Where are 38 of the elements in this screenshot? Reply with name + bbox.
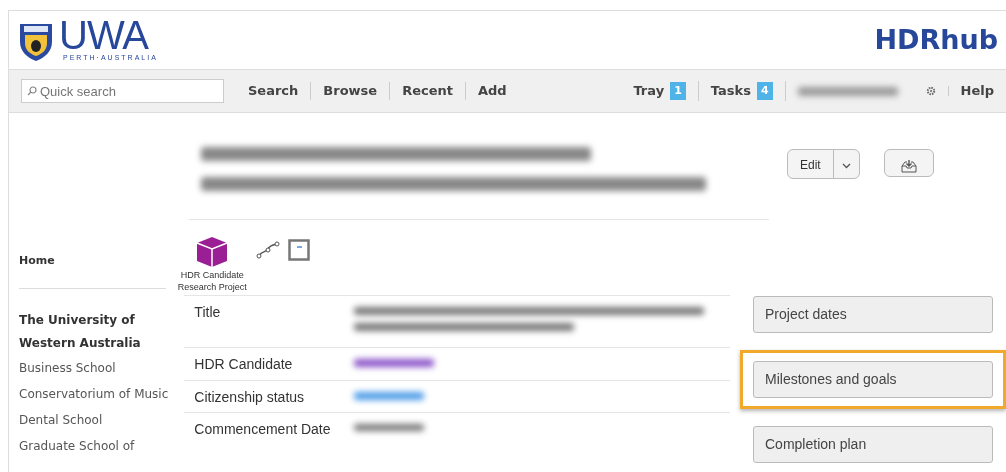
sidebar-item[interactable]: Business School <box>19 354 177 381</box>
blurred-value <box>354 392 425 400</box>
search-icon <box>27 86 37 96</box>
count-badge: 4 <box>756 81 773 101</box>
sidebar-item[interactable]: Graduate School of <box>19 432 177 459</box>
field-label: HDR Candidate <box>193 355 294 374</box>
home-link[interactable]: Home <box>19 253 167 289</box>
nav-link-item[interactable]: Browse <box>311 82 391 100</box>
cube-icon <box>195 235 230 269</box>
search-field[interactable]: Quick search <box>21 79 224 103</box>
nodes-icon[interactable] <box>256 241 281 259</box>
panel-button[interactable]: Completion plan <box>753 426 993 463</box>
settings-icon[interactable] <box>925 86 936 96</box>
field-label: Commencement Date <box>193 420 332 439</box>
logo-text: UWA <box>59 16 149 53</box>
field-label: Citizenship status <box>193 388 306 407</box>
count-badge: 1 <box>670 81 686 101</box>
counter-link[interactable]: Tray <box>633 81 665 101</box>
crest-icon <box>17 21 55 64</box>
download-button[interactable] <box>883 149 934 177</box>
nav-link-item[interactable]: Search <box>236 82 312 100</box>
record-type-label: HDR Candidate Research Project <box>176 269 248 293</box>
app-title: HDRhub <box>874 22 998 57</box>
nav-link-item[interactable]: Add <box>466 82 519 100</box>
caret-icon <box>841 162 851 169</box>
panel-button[interactable]: Project dates <box>753 296 993 333</box>
counter-link[interactable]: Tasks <box>710 81 751 101</box>
download-icon <box>900 158 917 173</box>
panel-button[interactable]: Milestones and goals <box>753 361 993 398</box>
sidebar-item[interactable]: Dental School <box>19 406 177 433</box>
edit-button[interactable]: Edit <box>787 149 834 179</box>
sidebar-heading[interactable]: The University of Western Australia <box>19 308 149 355</box>
sidebar-item[interactable]: Conservatorium of Music <box>19 380 177 407</box>
blurred-value <box>354 424 425 431</box>
nav-link-item[interactable]: Recent <box>390 82 466 100</box>
field-label: Title <box>193 303 222 322</box>
help-link[interactable]: Help <box>948 82 1006 100</box>
window-icon[interactable] <box>288 239 311 261</box>
